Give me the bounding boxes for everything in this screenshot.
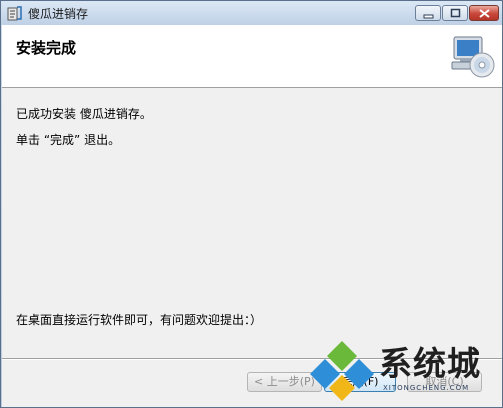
maximize-button[interactable] [442,5,468,21]
cancel-button[interactable]: 取消(C) [407,372,482,392]
finish-instruction-text: 单击 “完成” 退出。 [16,133,121,147]
content-area: 已成功安装 傻瓜进销存。 单击 “完成” 退出。 在桌面直接运行软件即可，有问题… [2,88,502,358]
maximize-icon [450,8,461,18]
window-title: 傻瓜进销存 [28,7,89,21]
close-button[interactable] [469,5,499,21]
title-bar[interactable]: 傻瓜进销存 [1,1,502,25]
install-success-text: 已成功安装 傻瓜进销存。 [16,107,152,121]
installer-window: 傻瓜进销存 安装完成 已成功安装 傻瓜进销存。 单击 “完成” 退出。 在桌面直… [0,0,503,408]
minimize-button[interactable] [415,5,441,21]
page-title: 安装完成 [16,39,77,57]
header-panel: 安装完成 [2,25,502,88]
app-icon [7,6,22,21]
run-hint-text: 在桌面直接运行软件即可，有问题欢迎提出：） [16,313,263,327]
minimize-icon [423,14,434,19]
back-button[interactable]: < 上一步(P) [247,372,322,392]
finish-button[interactable]: 完成(F) [324,372,396,392]
computer-cd-icon [451,36,495,78]
button-bar: < 上一步(P) 完成(F) 取消(C) [2,360,502,407]
close-icon [479,9,490,18]
